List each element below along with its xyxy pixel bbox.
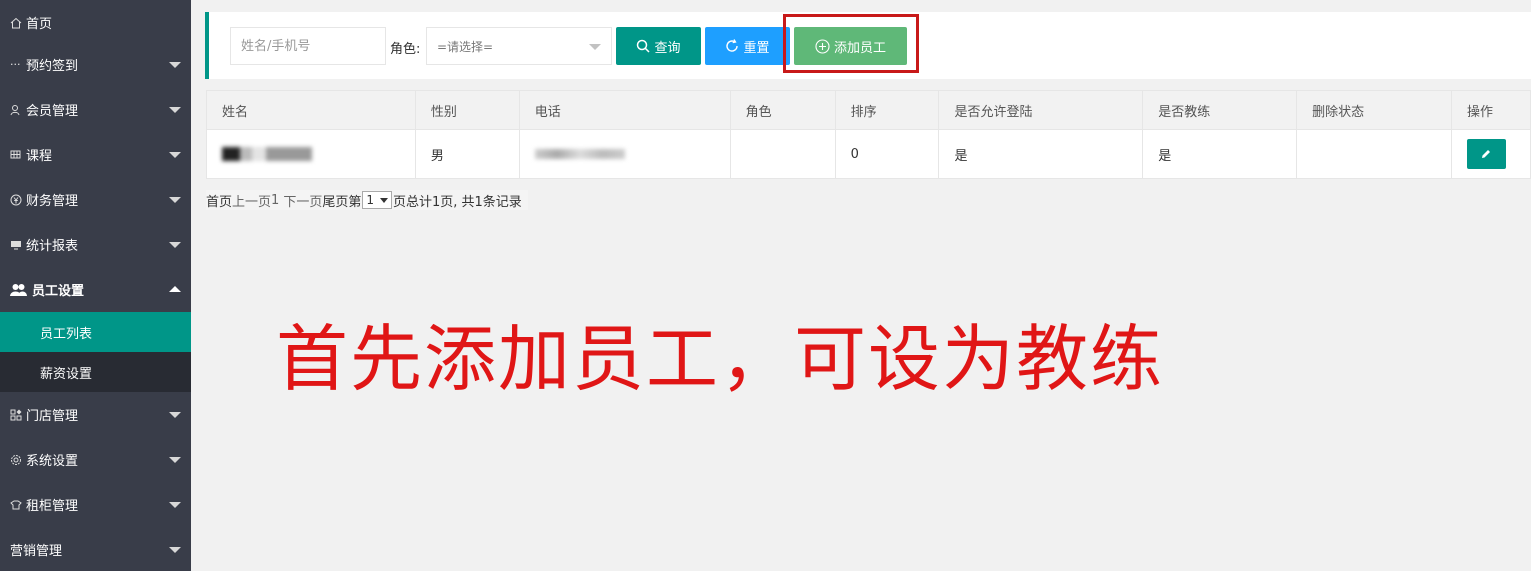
nav-item-booking[interactable]: ··· 预约签到 <box>0 42 191 87</box>
cell-name <box>206 129 416 179</box>
edit-button[interactable] <box>1466 139 1506 169</box>
chart-icon <box>10 239 26 250</box>
column-header-delete-status: 删除状态 <box>1296 90 1452 130</box>
nav-item-system[interactable]: 系统设置 <box>0 437 191 482</box>
nav-label: 租柜管理 <box>26 499 79 514</box>
query-button-label: 查询 <box>654 40 681 56</box>
chevron-down-icon <box>169 151 181 158</box>
query-button[interactable]: 查询 <box>616 27 701 65</box>
sub-item-salary-settings[interactable]: 薪资设置 <box>0 352 191 392</box>
column-header-role: 角色 <box>729 90 836 130</box>
search-input[interactable] <box>230 27 386 65</box>
member-icon <box>10 104 26 116</box>
nav-label: 预约签到 <box>26 59 79 74</box>
nav-label: 首页 <box>26 17 53 32</box>
sidebar: 首页 ··· 预约签到 会员管理 课程 财务管理 统计报表 员工设置 员工列表 … <box>0 0 191 571</box>
pencil-icon <box>1482 150 1491 158</box>
column-header-is-coach: 是否教练 <box>1142 90 1298 130</box>
nav-item-reports[interactable]: 统计报表 <box>0 222 191 267</box>
staff-table: 姓名 性别 电话 角色 排序 是否允许登陆 是否教练 删除状态 操作 男 0 是… <box>206 90 1531 179</box>
nav-item-stores[interactable]: 门店管理 <box>0 392 191 437</box>
chevron-down-icon <box>380 197 388 203</box>
plus-circle-icon <box>815 38 830 54</box>
home-icon <box>10 17 26 29</box>
pagination: 首页 上一页 1 下一页 尾页 第 1 页总计1页, 共1条记录 <box>206 190 528 210</box>
search-icon <box>637 39 651 53</box>
nav-item-marketing[interactable]: 营销管理 <box>0 527 191 571</box>
annotation-text: 首先添加员工，可设为教练 <box>276 317 1165 401</box>
chevron-down-icon <box>169 501 181 508</box>
cell-is-coach: 是 <box>1142 129 1298 179</box>
cell-actions <box>1450 129 1531 179</box>
page-select-value: 1 <box>366 193 374 207</box>
column-header-actions: 操作 <box>1450 90 1531 130</box>
sub-item-label: 员工列表 <box>40 326 93 342</box>
nav-label: 员工设置 <box>32 284 85 299</box>
chevron-down-icon <box>169 241 181 248</box>
pager-page-link[interactable]: 1 <box>271 193 279 208</box>
cell-gender: 男 <box>414 129 520 179</box>
chevron-down-icon <box>169 196 181 203</box>
sub-item-staff-list[interactable]: 员工列表 <box>0 312 191 352</box>
chevron-down-icon <box>169 546 181 553</box>
nav-label: 门店管理 <box>26 409 79 424</box>
cell-allow-login: 是 <box>938 129 1144 179</box>
chevron-down-icon <box>169 106 181 113</box>
role-label: 角色: <box>390 42 421 57</box>
pager-next-link[interactable]: 下一页 <box>283 191 322 210</box>
nav-item-home[interactable]: 首页 <box>0 0 191 45</box>
chevron-down-icon <box>589 44 601 50</box>
pager-prev-link[interactable]: 上一页 <box>232 191 271 210</box>
chevron-down-icon <box>169 456 181 463</box>
search-toolbar: 角色: =请选择= 查询 重置 添加员工 <box>205 12 1531 79</box>
sub-item-label: 薪资设置 <box>40 366 93 382</box>
column-header-phone: 电话 <box>518 90 731 130</box>
refresh-icon <box>726 39 739 52</box>
locker-icon <box>10 499 26 511</box>
column-header-gender: 性别 <box>414 90 520 130</box>
grid-icon <box>10 149 26 160</box>
reset-button[interactable]: 重置 <box>705 27 790 65</box>
nav-label: 营销管理 <box>10 544 63 559</box>
nav-label: 课程 <box>26 149 53 164</box>
cell-sort: 0 <box>834 129 940 179</box>
pager-last-link[interactable]: 尾页 <box>322 191 348 210</box>
pager-summary: 页总计1页, 共1条记录 <box>393 194 522 210</box>
nav-label: 会员管理 <box>26 104 79 119</box>
table-row: 男 0 是 是 <box>206 129 1531 179</box>
nav-item-finance[interactable]: 财务管理 <box>0 177 191 222</box>
nav-item-lockers[interactable]: 租柜管理 <box>0 482 191 527</box>
redacted-phone <box>534 149 625 159</box>
nav-label: 系统设置 <box>26 454 79 469</box>
role-select[interactable]: =请选择= <box>426 27 612 65</box>
store-icon <box>10 409 26 421</box>
role-select-value: =请选择= <box>437 39 494 54</box>
redacted-name <box>222 147 312 161</box>
cell-delete-status <box>1296 129 1452 179</box>
pager-first-link[interactable]: 首页 <box>206 191 232 210</box>
add-staff-button[interactable]: 添加员工 <box>794 27 907 65</box>
chevron-down-icon <box>169 411 181 418</box>
column-header-sort: 排序 <box>834 90 940 130</box>
add-staff-button-label: 添加员工 <box>833 40 886 56</box>
page-select[interactable]: 1 <box>362 191 392 209</box>
column-header-name: 姓名 <box>206 90 416 130</box>
pager-goto-prefix: 第 <box>348 194 362 210</box>
nav-label: 统计报表 <box>26 239 79 254</box>
nav-item-members[interactable]: 会员管理 <box>0 87 191 132</box>
chevron-down-icon <box>169 61 181 68</box>
chevron-up-icon <box>169 285 181 292</box>
column-header-allow-login: 是否允许登陆 <box>938 90 1144 130</box>
nav-item-staff-settings[interactable]: 员工设置 <box>0 267 191 312</box>
cell-role <box>729 129 836 179</box>
table-header-row: 姓名 性别 电话 角色 排序 是否允许登陆 是否教练 删除状态 操作 <box>206 90 1531 130</box>
reset-button-label: 重置 <box>743 40 770 56</box>
nav-label: 财务管理 <box>26 194 79 209</box>
gear-icon <box>10 454 26 466</box>
cell-phone <box>518 129 731 179</box>
nav-item-courses[interactable]: 课程 <box>0 132 191 177</box>
staff-icon <box>10 283 32 296</box>
dots-icon: ··· <box>10 58 21 71</box>
yen-icon <box>10 194 26 206</box>
